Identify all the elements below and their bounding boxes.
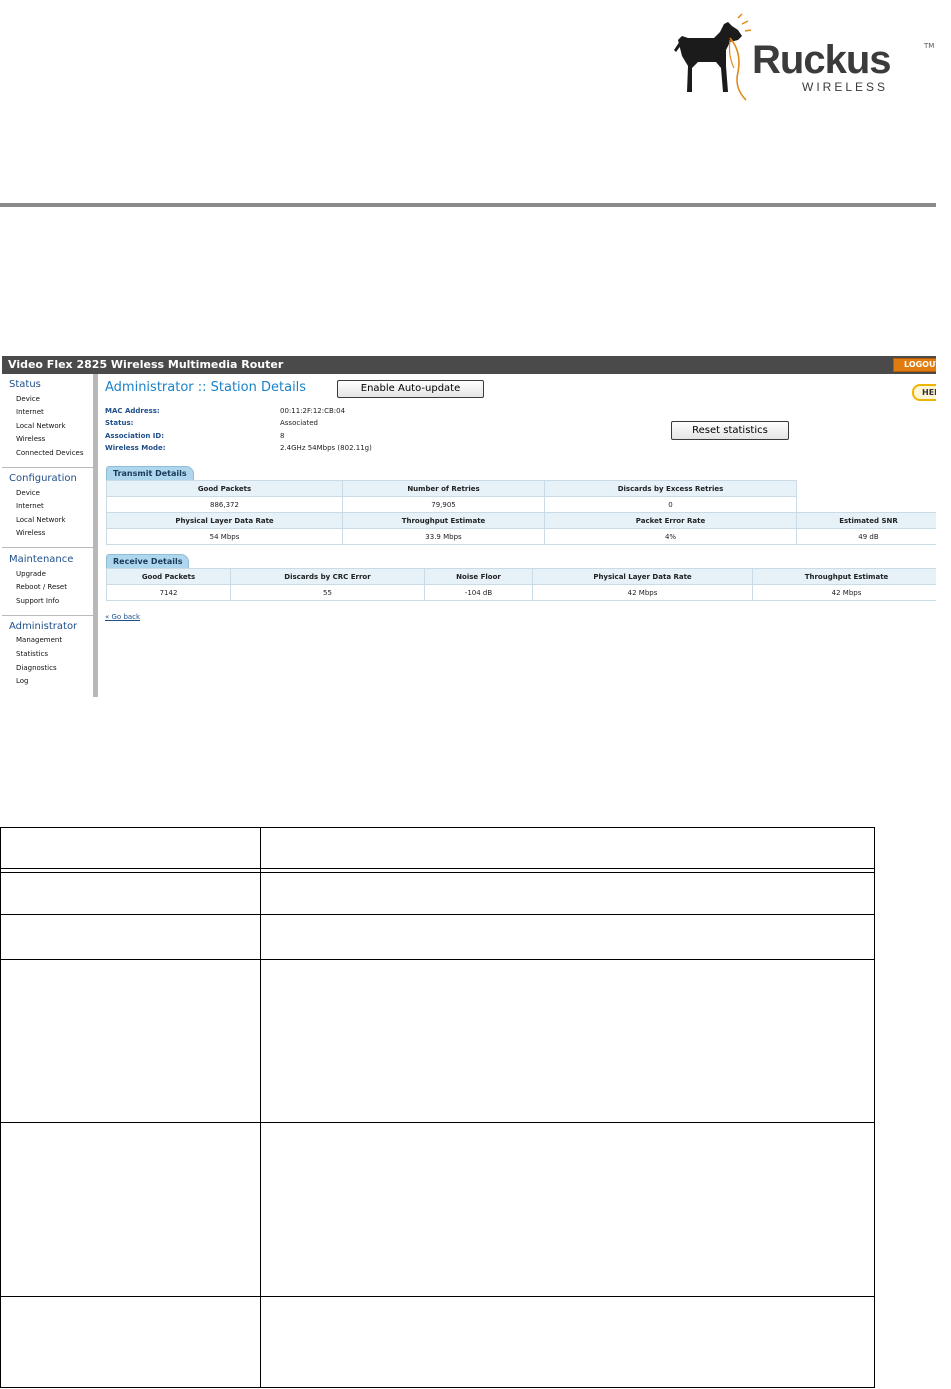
table-row: 54 Mbps 33.9 Mbps 4% 49 dB	[106, 528, 936, 545]
nav-item-config-internet[interactable]: Internet	[16, 502, 44, 510]
nav-separator	[2, 615, 93, 616]
nav-item-reboot-reset[interactable]: Reboot / Reset	[16, 583, 67, 591]
wireless-mode-label: Wireless Mode:	[105, 444, 166, 452]
reset-statistics-button[interactable]: Reset statistics	[671, 421, 789, 440]
enable-auto-update-button[interactable]: Enable Auto-update	[337, 380, 484, 398]
nav-heading-configuration[interactable]: Configuration	[9, 473, 77, 484]
logo-wordmark: Ruckus	[752, 38, 891, 82]
nav-item-status-wireless[interactable]: Wireless	[16, 435, 45, 443]
table-header-cell: Good Packets	[106, 480, 343, 497]
logout-button[interactable]: LOGOUT	[893, 358, 936, 372]
mac-address-value: 00:11:2F:12:CB:04	[280, 407, 346, 415]
association-id-label: Association ID:	[105, 432, 165, 440]
sidebar: Status Device Internet Local Network Wir…	[2, 374, 98, 697]
transmit-details-table: Good Packets Number of Retries Discards …	[106, 480, 936, 545]
nav-item-management[interactable]: Management	[16, 636, 62, 644]
table-header-cell: Packet Error Rate	[544, 512, 797, 529]
table-cell: 886,372	[106, 496, 343, 513]
dog-icon	[674, 13, 752, 101]
receive-details-tab: Receive Details	[106, 554, 190, 568]
table-header-cell: Physical Layer Data Rate	[106, 512, 343, 529]
status-label: Status:	[105, 419, 134, 427]
header-divider	[0, 203, 936, 207]
table-cell: 55	[230, 584, 425, 601]
table-column-divider	[260, 828, 261, 1387]
table-row: Good Packets Number of Retries Discards …	[106, 480, 936, 497]
table-row-divider	[1, 1296, 874, 1297]
table-row-divider	[1, 868, 874, 869]
table-cell: 54 Mbps	[106, 528, 343, 545]
table-row-divider	[1, 914, 874, 915]
table-header-cell: Number of Retries	[342, 480, 545, 497]
nav-item-status-internet[interactable]: Internet	[16, 408, 44, 416]
page-title: Administrator :: Station Details	[105, 380, 307, 395]
ruckus-logo: Ruckus TM WIRELESS	[668, 12, 944, 104]
table-row: 7142 55 -104 dB 42 Mbps 42 Mbps	[106, 584, 936, 601]
router-screenshot: Video Flex 2825 Wireless Multimedia Rout…	[2, 356, 936, 697]
table-cell: 0	[544, 496, 797, 513]
nav-item-upgrade[interactable]: Upgrade	[16, 570, 46, 578]
go-back-link[interactable]: « Go back	[105, 613, 140, 621]
nav-heading-status[interactable]: Status	[9, 379, 41, 390]
table-header-cell: Physical Layer Data Rate	[532, 568, 753, 585]
nav-heading-administrator[interactable]: Administrator	[9, 621, 77, 632]
status-value: Associated	[280, 419, 318, 427]
table-cell: 42 Mbps	[532, 584, 753, 601]
mac-address-label: MAC Address:	[105, 407, 160, 415]
nav-item-status-device[interactable]: Device	[16, 395, 40, 403]
table-row: Physical Layer Data Rate Throughput Esti…	[106, 512, 936, 529]
table-cell: 33.9 Mbps	[342, 528, 545, 545]
table-header-cell: Throughput Estimate	[752, 568, 936, 585]
help-button[interactable]: HELP	[912, 384, 936, 401]
table-header-cell: Discards by CRC Error	[230, 568, 425, 585]
router-title: Video Flex 2825 Wireless Multimedia Rout…	[8, 358, 284, 371]
table-cell: 42 Mbps	[752, 584, 936, 601]
table-cell: 4%	[544, 528, 797, 545]
table-header-cell: Throughput Estimate	[342, 512, 545, 529]
nav-item-config-local-network[interactable]: Local Network	[16, 516, 66, 524]
nav-item-status-connected-devices[interactable]: Connected Devices	[16, 449, 84, 457]
table-cell: 49 dB	[796, 528, 936, 545]
table-row-divider	[1, 872, 874, 873]
table-cell: 7142	[106, 584, 231, 601]
table-header-cell: Good Packets	[106, 568, 231, 585]
table-row: Good Packets Discards by CRC Error Noise…	[106, 568, 936, 585]
table-cell: -104 dB	[424, 584, 533, 601]
logo-trademark: TM	[924, 42, 935, 50]
nav-item-config-device[interactable]: Device	[16, 489, 40, 497]
nav-item-support-info[interactable]: Support Info	[16, 597, 59, 605]
nav-separator	[2, 467, 93, 468]
table-cell: 79,905	[342, 496, 545, 513]
nav-item-config-wireless[interactable]: Wireless	[16, 529, 45, 537]
table-row-divider	[1, 959, 874, 960]
association-id-value: 8	[280, 432, 285, 440]
table-empty-cell	[796, 480, 936, 497]
table-header-cell: Noise Floor	[424, 568, 533, 585]
nav-separator	[2, 547, 93, 548]
description-table	[0, 827, 875, 1388]
table-row: 886,372 79,905 0	[106, 496, 936, 513]
transmit-details-tab: Transmit Details	[106, 466, 194, 480]
table-header-cell: Discards by Excess Retries	[544, 480, 797, 497]
table-row-divider	[1, 1122, 874, 1123]
router-title-bar: Video Flex 2825 Wireless Multimedia Rout…	[2, 356, 936, 374]
wireless-mode-value: 2.4GHz 54Mbps (802.11g)	[280, 444, 372, 452]
nav-heading-maintenance[interactable]: Maintenance	[9, 554, 73, 565]
nav-item-status-local-network[interactable]: Local Network	[16, 422, 66, 430]
receive-details-table: Good Packets Discards by CRC Error Noise…	[106, 568, 936, 601]
nav-item-diagnostics[interactable]: Diagnostics	[16, 664, 57, 672]
table-header-cell: Estimated SNR	[796, 512, 936, 529]
logo-subtitle: WIRELESS	[802, 80, 889, 94]
nav-item-log[interactable]: Log	[16, 677, 29, 685]
nav-item-statistics[interactable]: Statistics	[16, 650, 48, 658]
table-empty-cell	[796, 496, 936, 513]
